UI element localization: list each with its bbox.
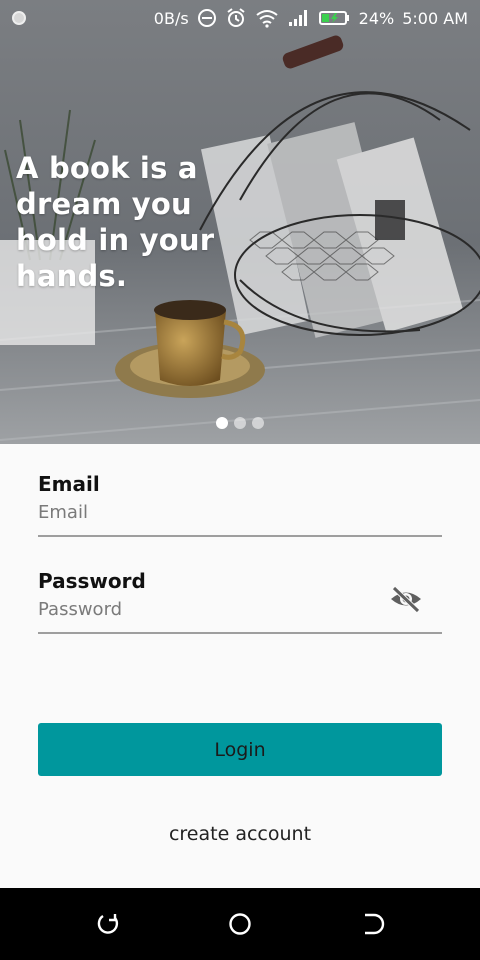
hero-quote: A book is a dream you hold in your hands… [16, 151, 215, 293]
email-label: Email [38, 472, 100, 496]
email-input[interactable] [38, 496, 442, 537]
status-bar: 0B/s 24% 5:00 AM [0, 0, 480, 36]
battery-percent: 24% [358, 8, 395, 28]
carousel-indicator [0, 417, 480, 429]
signal-icon [288, 10, 307, 26]
notification-icon [12, 11, 26, 25]
home-icon[interactable] [227, 911, 253, 937]
recents-icon[interactable] [360, 911, 386, 937]
back-icon[interactable] [95, 911, 121, 937]
navigation-bar [0, 888, 480, 960]
hero-banner: A book is a dream you hold in your hands… [0, 0, 480, 444]
battery-icon [318, 11, 349, 25]
carousel-dot-1[interactable] [216, 417, 228, 429]
wifi-icon [256, 10, 278, 28]
email-field-group: Email [38, 472, 442, 537]
create-account-link[interactable]: create account [0, 823, 480, 845]
carousel-dot-3[interactable] [252, 417, 264, 429]
alarm-icon [227, 8, 245, 27]
eye-off-icon[interactable] [388, 584, 424, 614]
password-input[interactable] [38, 593, 442, 634]
password-field-group: Password [38, 569, 442, 634]
password-label: Password [38, 569, 146, 593]
clock: 5:00 AM [402, 8, 468, 28]
login-button[interactable]: Login [38, 723, 442, 776]
do-not-disturb-icon [197, 9, 216, 27]
network-speed: 0B/s [153, 8, 189, 28]
carousel-dot-2[interactable] [234, 417, 246, 429]
